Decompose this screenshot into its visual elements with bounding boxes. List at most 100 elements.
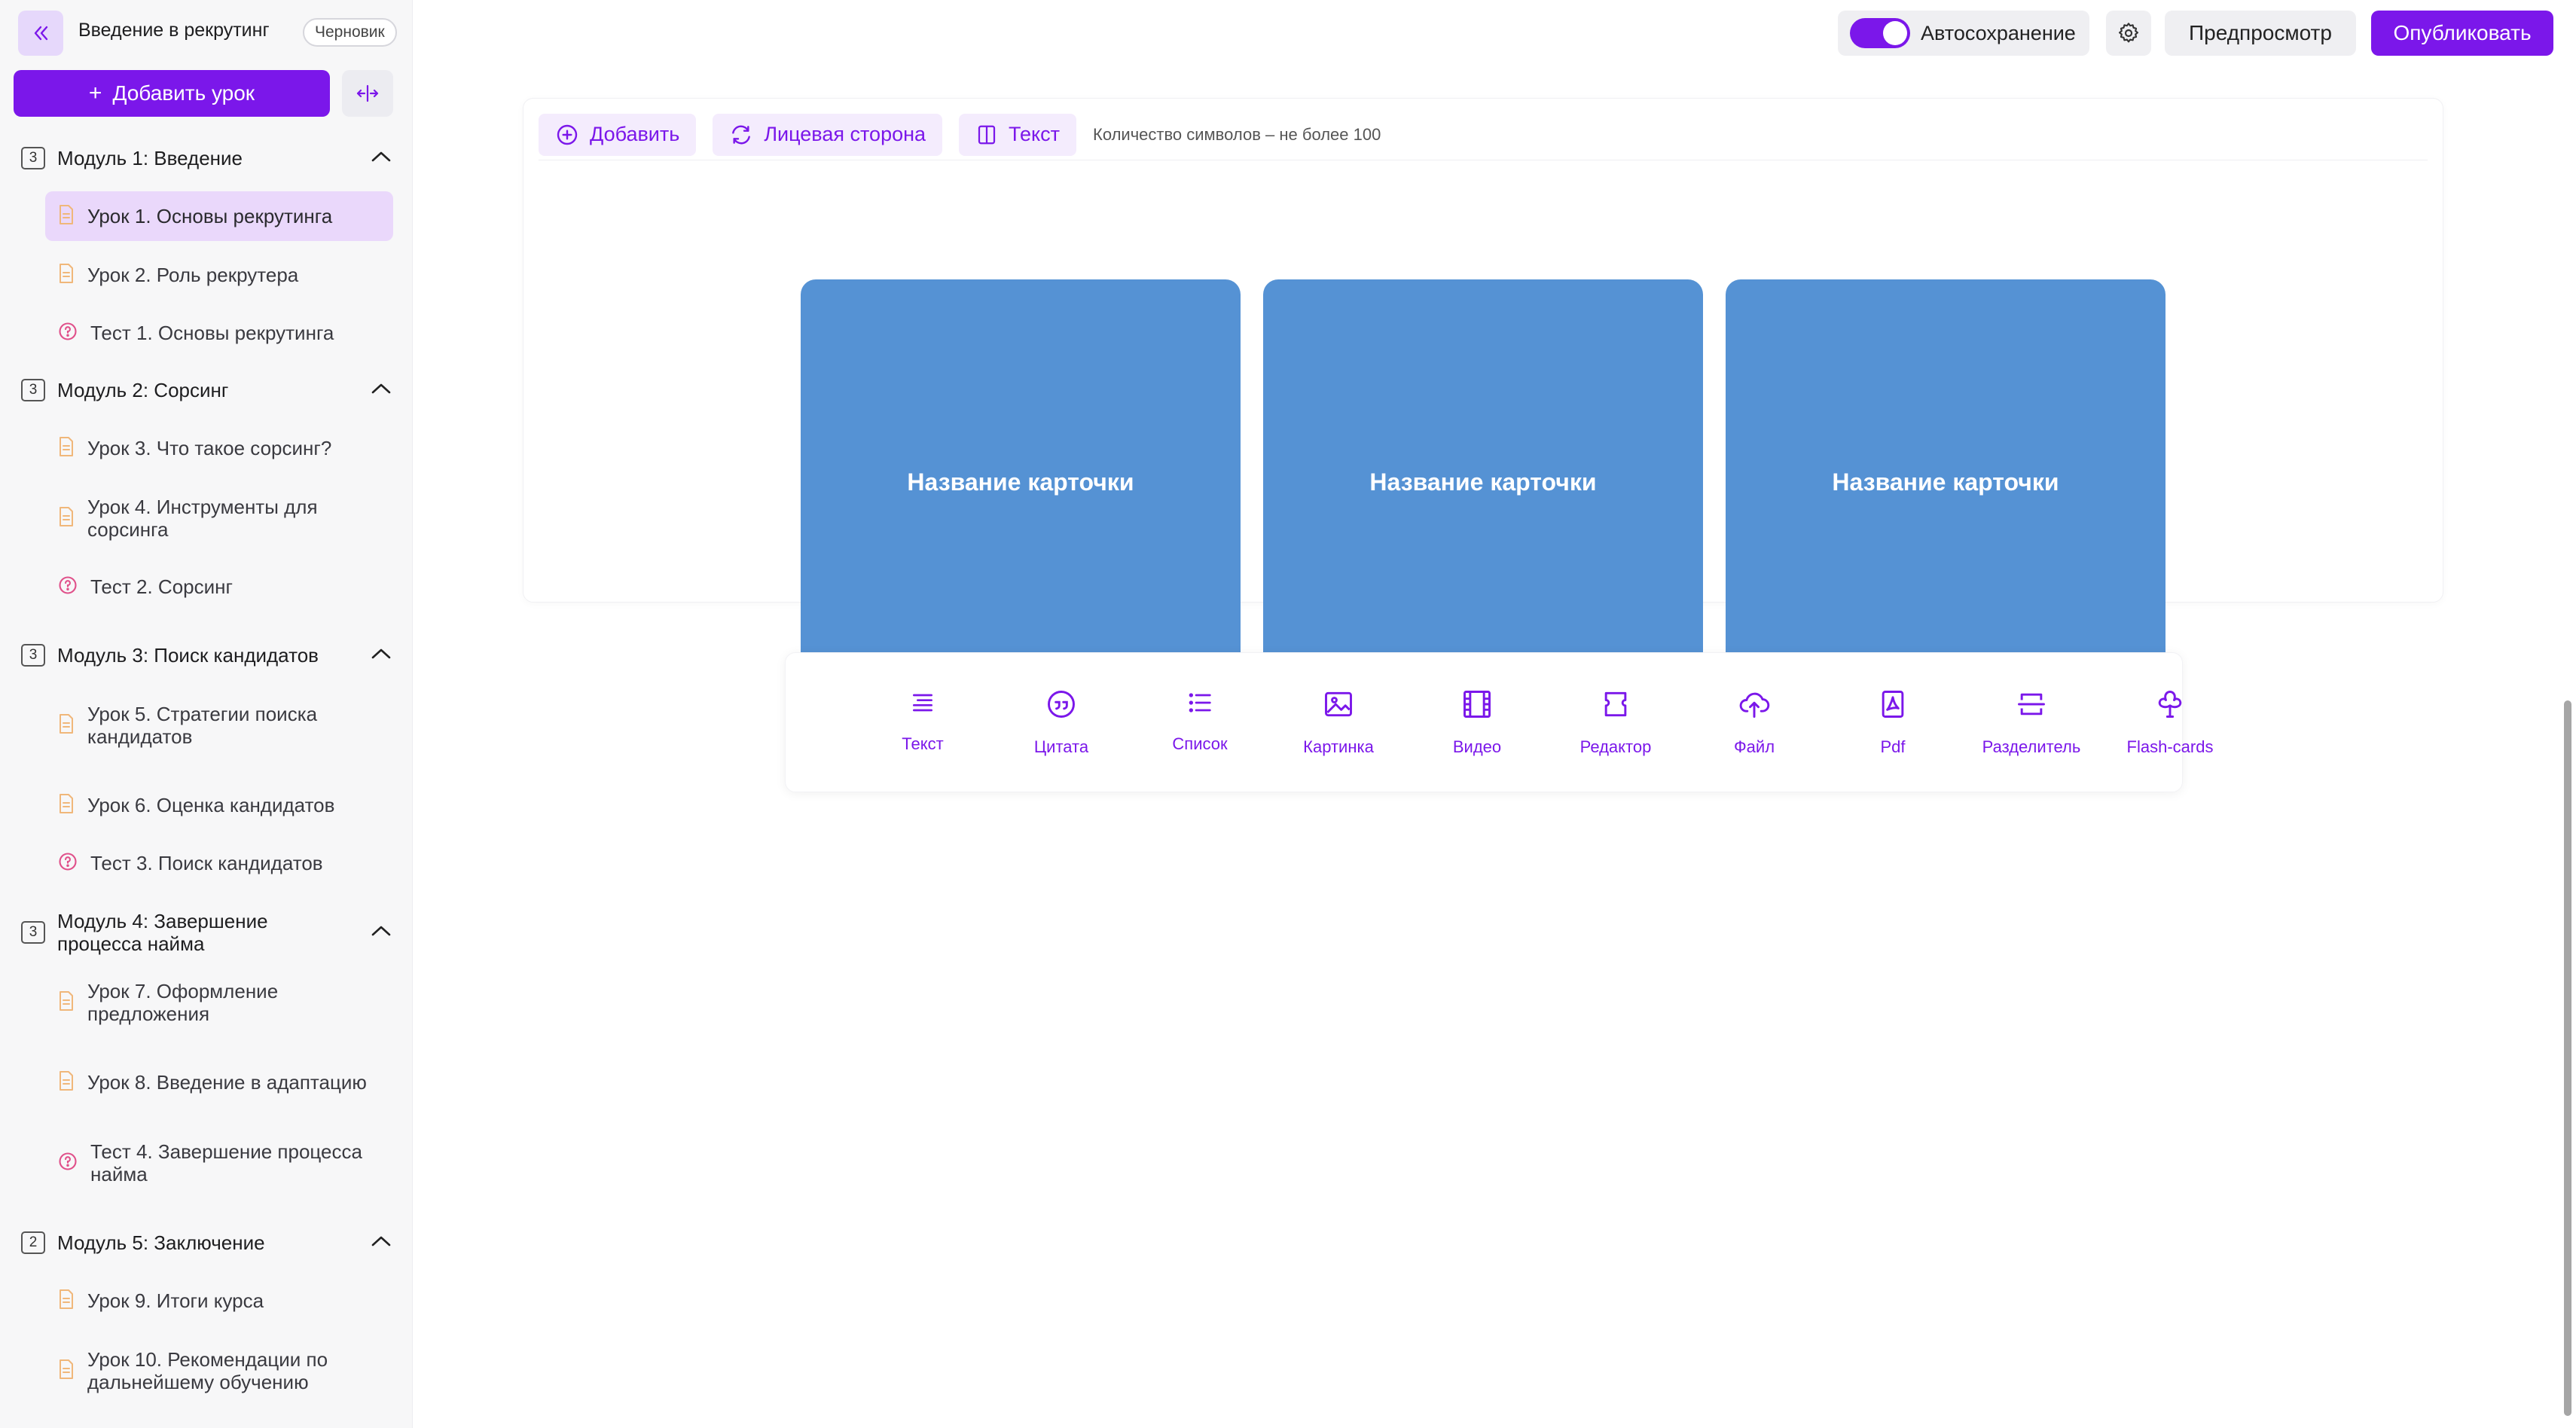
insert-quote-label: Цитата [1033,737,1089,756]
item-title: Тест 3. Поиск кандидатов [90,852,323,874]
sidebar-lesson-item[interactable]: Урок 10. Рекомендации по дальнейшему обу… [45,1347,393,1394]
text-side-label: Текст [1009,123,1061,145]
cloud-upload-icon [1739,692,1770,718]
plus-circle-icon [557,124,578,145]
insert-editor-button[interactable]: Редактор [1552,688,1680,757]
insert-quote-button[interactable]: Цитата [997,688,1125,757]
item-title: Урок 8. Введение в адаптацию [87,1071,367,1094]
sidebar-lesson-item[interactable]: Урок 7. Оформление предложения [45,979,393,1026]
course-title: Введение в рекрутинг [78,20,270,41]
module-header[interactable]: 2 Модуль 5: Заключение [21,1231,398,1254]
item-title: Тест 1. Основы рекрутинга [90,322,334,344]
sidebar-lesson-item[interactable]: Урок 9. Итоги курса [45,1289,393,1313]
card-flip-icon [978,125,996,144]
module-header[interactable]: 3 Модуль 2: Сорсинг [21,379,398,401]
insert-flashcards-label: Flash-cards [2126,737,2214,756]
sidebar-lesson-item[interactable]: Урок 8. Введение в адаптацию [45,1059,393,1106]
editor-icon [1604,691,1627,717]
chevron-up-icon[interactable] [371,924,392,941]
text-lines-icon [913,694,932,712]
document-icon [57,436,75,461]
flash-card[interactable]: Название карточки [1263,279,1703,685]
insert-video-button[interactable]: Видео [1413,688,1541,757]
item-title: Урок 9. Итоги курса [87,1289,264,1312]
sidebar-test-item[interactable]: Тест 3. Поиск кандидатов [45,851,393,875]
divider-icon [2018,693,2045,716]
item-title: Урок 1. Основы рекрутинга [87,205,333,227]
preview-button[interactable]: Предпросмотр [2165,11,2356,56]
flash-card[interactable]: Название карточки [1726,279,2165,685]
module-title: Модуль 5: Заключение [57,1231,265,1254]
module-title: Модуль 3: Поиск кандидатов [57,644,319,667]
module-header[interactable]: 3 Модуль 3: Поиск кандидатов [21,633,398,678]
question-circle-icon [57,1151,78,1176]
document-icon [57,713,75,738]
insert-divider-button[interactable]: Разделитель [1967,688,2095,757]
document-icon [57,1070,75,1095]
scrollbar[interactable] [2564,700,2571,1416]
insert-flashcards-button[interactable]: Flash-cards [2106,688,2234,757]
sidebar-lesson-item[interactable]: Урок 5. Стратегии поиска кандидатов [45,702,393,749]
chevron-up-icon[interactable] [371,647,392,664]
image-icon [1325,691,1352,717]
document-icon [57,1289,75,1314]
question-circle-icon [57,851,78,876]
chevron-up-icon[interactable] [371,382,392,399]
flash-card[interactable]: Название карточки [801,279,1241,685]
insert-editor-label: Редактор [1579,737,1652,756]
autosave-label: Автосохранение [1921,21,2076,44]
sidebar-lesson-item[interactable]: Урок 3. Что такое сорсинг? [45,436,393,460]
document-icon [57,506,75,531]
insert-divider-label: Разделитель [1982,737,2081,756]
double-chevron-left-icon [34,26,48,41]
chevron-up-icon[interactable] [371,150,392,167]
back-button[interactable] [18,11,63,56]
sidebar-lesson-item[interactable]: Урок 1. Основы рекрутинга [45,191,393,241]
front-side-button[interactable]: Лицевая сторона [713,113,943,156]
item-title: Урок 2. Роль рекрутера [87,264,299,286]
collapse-sidebar-button[interactable] [342,70,393,117]
module-header[interactable]: 3 Модуль 4: Завершение процесса найма [21,910,398,955]
char-limit-hint: Количество символов – не более 100 [1093,124,1381,144]
sidebar: Введение в рекрутинг Черновик + Добавить… [0,0,413,1428]
block-toolbar: Добавить Лицевая сторона Текст Количеств… [539,113,2428,160]
insert-text-button[interactable]: Текст [859,688,987,754]
document-icon [57,204,75,229]
add-card-button[interactable]: Добавить [539,113,697,156]
item-title: Урок 4. Инструменты для сорсинга [87,496,318,541]
item-title: Тест 4. Завершение процесса найма [90,1140,362,1185]
insert-list-label: Список [1172,734,1228,753]
document-icon [57,793,75,818]
item-title: Урок 7. Оформление предложения [87,980,279,1025]
item-title: Урок 6. Оценка кандидатов [87,794,335,816]
clover-icon [2158,691,2182,718]
insert-image-button[interactable]: Картинка [1274,688,1402,757]
autosave-toggle[interactable]: Автосохранение [1838,11,2089,56]
sidebar-test-item[interactable]: Тест 4. Завершение процесса найма [45,1140,393,1186]
add-lesson-button[interactable]: + Добавить урок [14,70,330,117]
split-arrows-icon [356,84,379,102]
sidebar-lesson-item[interactable]: Урок 6. Оценка кандидатов [45,793,393,817]
insert-video-label: Видео [1452,737,1502,756]
publish-button[interactable]: Опубликовать [2371,11,2553,56]
lesson-count-badge: 3 [21,644,45,667]
sidebar-lesson-item[interactable]: Урок 4. Инструменты для сорсинга [45,495,393,542]
module-header[interactable]: 3 Модуль 1: Введение [21,147,398,169]
settings-button[interactable] [2106,11,2151,56]
insert-list-button[interactable]: Список [1136,688,1264,754]
text-side-button[interactable]: Текст [959,113,1077,156]
chevron-up-icon[interactable] [371,1234,392,1252]
add-lesson-label: Добавить урок [112,81,255,105]
sidebar-lesson-item[interactable]: Урок 2. Роль рекрутера [45,263,393,287]
sidebar-test-item[interactable]: Тест 1. Основы рекрутинга [45,321,393,345]
document-icon [57,1359,75,1384]
toggle-switch[interactable] [1850,18,1910,48]
lesson-count-badge: 2 [21,1231,45,1254]
sidebar-test-item[interactable]: Тест 2. Сорсинг [45,575,393,599]
plus-icon: + [88,81,102,105]
insert-pdf-button[interactable]: Pdf [1829,688,1957,757]
insert-file-button[interactable]: Файл [1690,688,1818,757]
item-title: Тест 2. Сорсинг [90,575,233,598]
item-title: Урок 10. Рекомендации по дальнейшему обу… [87,1348,328,1393]
insert-file-label: Файл [1733,737,1775,756]
